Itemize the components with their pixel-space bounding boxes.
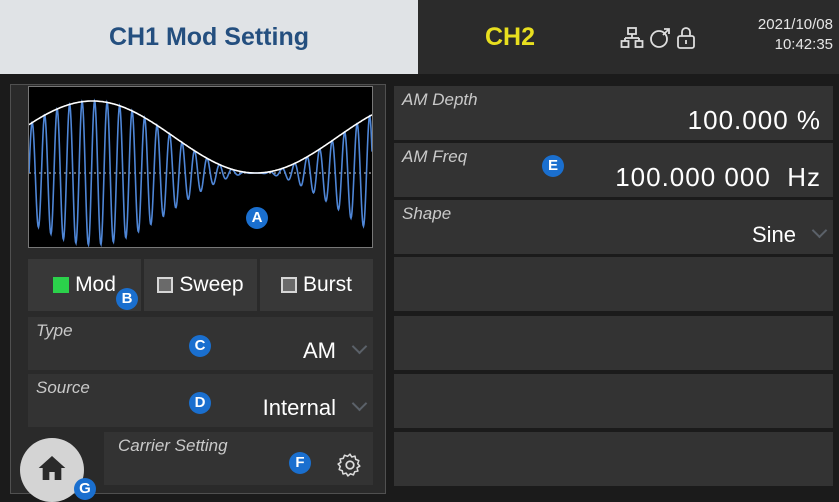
mode-button-sweep[interactable]: Sweep <box>144 259 257 311</box>
chevron-down-icon <box>351 338 368 355</box>
status-time: 10:42:35 <box>774 36 833 53</box>
badge-b: B <box>116 288 138 310</box>
home-icon <box>38 456 66 480</box>
mode-mod-label: Mod <box>75 273 116 296</box>
gear-icon <box>337 453 361 477</box>
mode-button-burst[interactable]: Burst <box>260 259 373 311</box>
checkbox-checked-icon <box>53 277 70 293</box>
badge-a: A <box>246 207 268 229</box>
badge-d: D <box>189 392 211 414</box>
am-freq-label: AM Freq <box>402 147 468 166</box>
type-value: AM <box>303 338 368 364</box>
source-value: Internal <box>262 395 368 421</box>
carrier-setting-button[interactable]: Carrier Setting <box>104 432 373 485</box>
tab-ch2-label: CH2 <box>484 22 535 51</box>
am-depth-field[interactable]: AM Depth 100.000 % <box>394 86 833 140</box>
status-date: 2021/10/08 <box>757 16 833 33</box>
type-label: Type <box>36 321 73 340</box>
badge-c: C <box>189 335 211 357</box>
shape-value-text: Sine <box>751 222 796 247</box>
empty-slot-2 <box>394 316 833 370</box>
empty-slot-3 <box>394 374 833 428</box>
shape-label: Shape <box>402 204 452 223</box>
am-depth-label: AM Depth <box>402 90 478 109</box>
status-area: 2021/10/08 10:42:35 <box>602 0 839 74</box>
tab-ch1-label: CH1 Mod Setting <box>109 22 309 51</box>
am-depth-value: 100.000 % <box>687 105 821 135</box>
am-freq-field[interactable]: AM Freq 100.000 000 Hz <box>394 143 833 197</box>
badge-g: G <box>74 478 96 500</box>
am-freq-value: 100.000 000 Hz <box>615 162 821 192</box>
usb-icon <box>650 28 670 48</box>
empty-slot-4 <box>394 432 833 486</box>
badge-e: E <box>542 155 564 177</box>
tab-ch1-mod-setting[interactable]: CH1 Mod Setting <box>0 0 418 74</box>
source-label: Source <box>36 378 90 397</box>
badge-f: F <box>289 452 311 474</box>
am-waveform-graph <box>28 98 373 248</box>
empty-slot-1 <box>394 257 833 311</box>
waveform-preview <box>28 86 373 248</box>
shape-value: Sine <box>751 222 828 248</box>
checkbox-unchecked-icon <box>157 277 174 293</box>
source-value-text: Internal <box>262 395 336 420</box>
network-icon <box>620 27 644 48</box>
carrier-setting-label: Carrier Setting <box>118 436 228 455</box>
mode-sweep-label: Sweep <box>179 273 244 296</box>
type-value-text: AM <box>303 338 336 363</box>
chevron-down-icon <box>351 395 368 412</box>
tab-ch2[interactable]: CH2 <box>418 0 602 74</box>
chevron-down-icon <box>811 222 828 239</box>
checkbox-unchecked-icon <box>280 277 297 293</box>
shape-field[interactable]: Shape Sine <box>394 200 833 254</box>
mode-burst-label: Burst <box>302 273 352 296</box>
lock-icon <box>677 27 695 49</box>
